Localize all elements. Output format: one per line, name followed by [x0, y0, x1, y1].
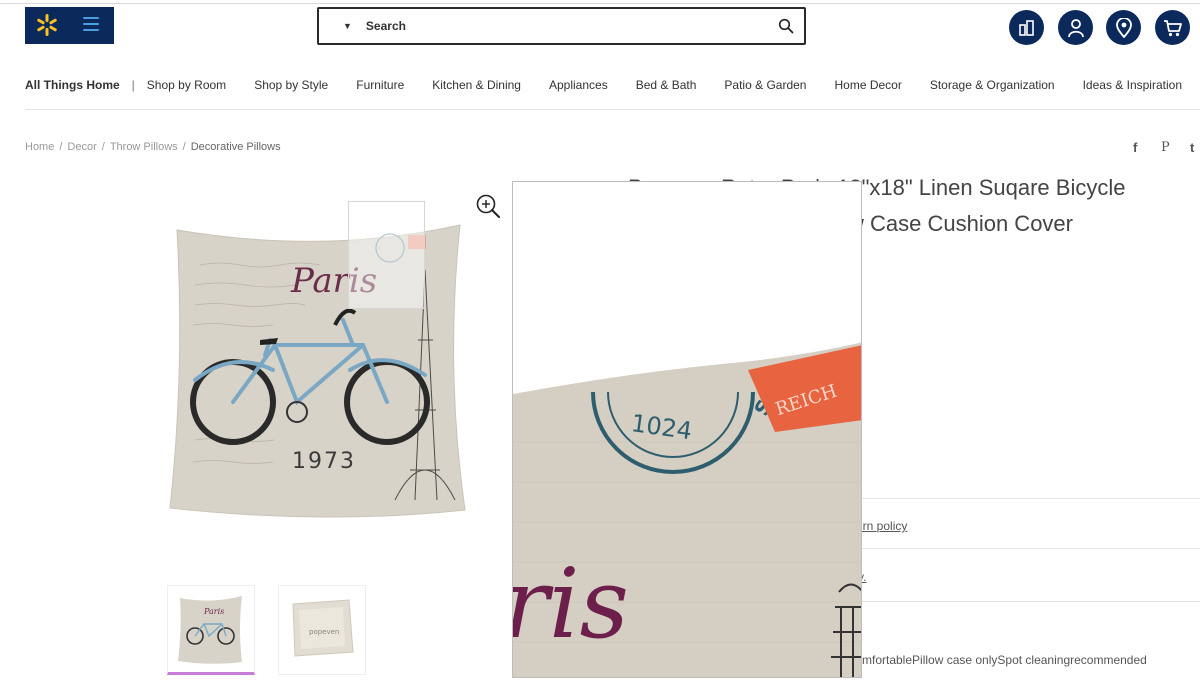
zoom-lens: [348, 201, 425, 309]
account-icon: [1067, 18, 1084, 37]
nav-ideas-inspiration[interactable]: Ideas & Inspiration: [1083, 78, 1182, 92]
nav-home-decor[interactable]: Home Decor: [834, 78, 901, 92]
walmart-logo-button[interactable]: [25, 7, 114, 44]
search-icon[interactable]: [778, 18, 794, 34]
breadcrumb: Home / Decor / Throw Pillows / Decorative Pill…: [25, 141, 281, 153]
walmart-spark-icon: [37, 14, 57, 36]
section-divider: [862, 498, 1200, 499]
search-input[interactable]: Search: [366, 19, 406, 33]
reorder-icon: [1018, 19, 1034, 36]
nav-all-things-home[interactable]: All Things Home: [25, 78, 120, 92]
thumbnail-1[interactable]: Paris: [167, 585, 255, 675]
zoom-script-text: ris: [513, 548, 629, 660]
cart-button[interactable]: [1155, 10, 1190, 45]
location-icon: [1115, 17, 1132, 38]
nav-divider: [25, 109, 1200, 110]
cart-icon: [1163, 19, 1182, 36]
breadcrumb-decor[interactable]: Decor: [67, 141, 96, 153]
account-button[interactable]: [1058, 10, 1093, 45]
menu-icon[interactable]: [83, 17, 99, 33]
top-border: [0, 0, 1200, 4]
department-dropdown-icon[interactable]: ▼: [343, 21, 352, 31]
twitter-icon[interactable]: t: [1190, 140, 1194, 155]
thumbnail-2[interactable]: popeven: [278, 585, 366, 675]
product-description-snippet: mfortablePillow case onlySpot cleaningre…: [862, 653, 1147, 667]
zoom-in-icon[interactable]: [475, 193, 501, 219]
facebook-icon[interactable]: f: [1133, 140, 1137, 155]
nav-kitchen-dining[interactable]: Kitchen & Dining: [432, 78, 521, 92]
nav-bed-bath[interactable]: Bed & Bath: [636, 78, 697, 92]
svg-text:Paris: Paris: [203, 607, 224, 616]
nav-furniture[interactable]: Furniture: [356, 78, 404, 92]
nav-shop-by-style[interactable]: Shop by Style: [254, 78, 328, 92]
zoomed-image: 1024 ST REICH ris: [513, 182, 861, 677]
section-divider: [862, 548, 1200, 549]
breadcrumb-throw-pillows[interactable]: Throw Pillows: [110, 141, 178, 153]
return-policy-link[interactable]: urn policy: [856, 519, 907, 533]
reorder-button[interactable]: [1009, 10, 1044, 45]
search-bar[interactable]: ▼ Search: [317, 7, 806, 45]
breadcrumb-current[interactable]: Decorative Pillows: [191, 141, 281, 153]
store-location-button[interactable]: [1106, 10, 1141, 45]
nav-patio-garden[interactable]: Patio & Garden: [724, 78, 806, 92]
category-nav: All Things Home | Shop by Room Shop by S…: [25, 78, 1182, 92]
product-main-image[interactable]: Paris 1973: [125, 180, 510, 570]
nav-separator: |: [131, 78, 135, 92]
svg-text:popeven: popeven: [309, 628, 339, 636]
nav-shop-by-room[interactable]: Shop by Room: [147, 78, 226, 92]
zoom-preview-pane: 1024 ST REICH ris: [512, 181, 862, 678]
section-divider: [862, 601, 1200, 602]
thumbnail-pillow-image: Paris: [178, 596, 242, 664]
breadcrumb-home[interactable]: Home: [25, 141, 54, 153]
image-year-text: 1973: [292, 449, 356, 474]
pinterest-icon[interactable]: P: [1161, 140, 1170, 155]
nav-storage-organization[interactable]: Storage & Organization: [930, 78, 1055, 92]
thumbnail-package-image: popeven: [292, 599, 354, 657]
nav-appliances[interactable]: Appliances: [549, 78, 608, 92]
